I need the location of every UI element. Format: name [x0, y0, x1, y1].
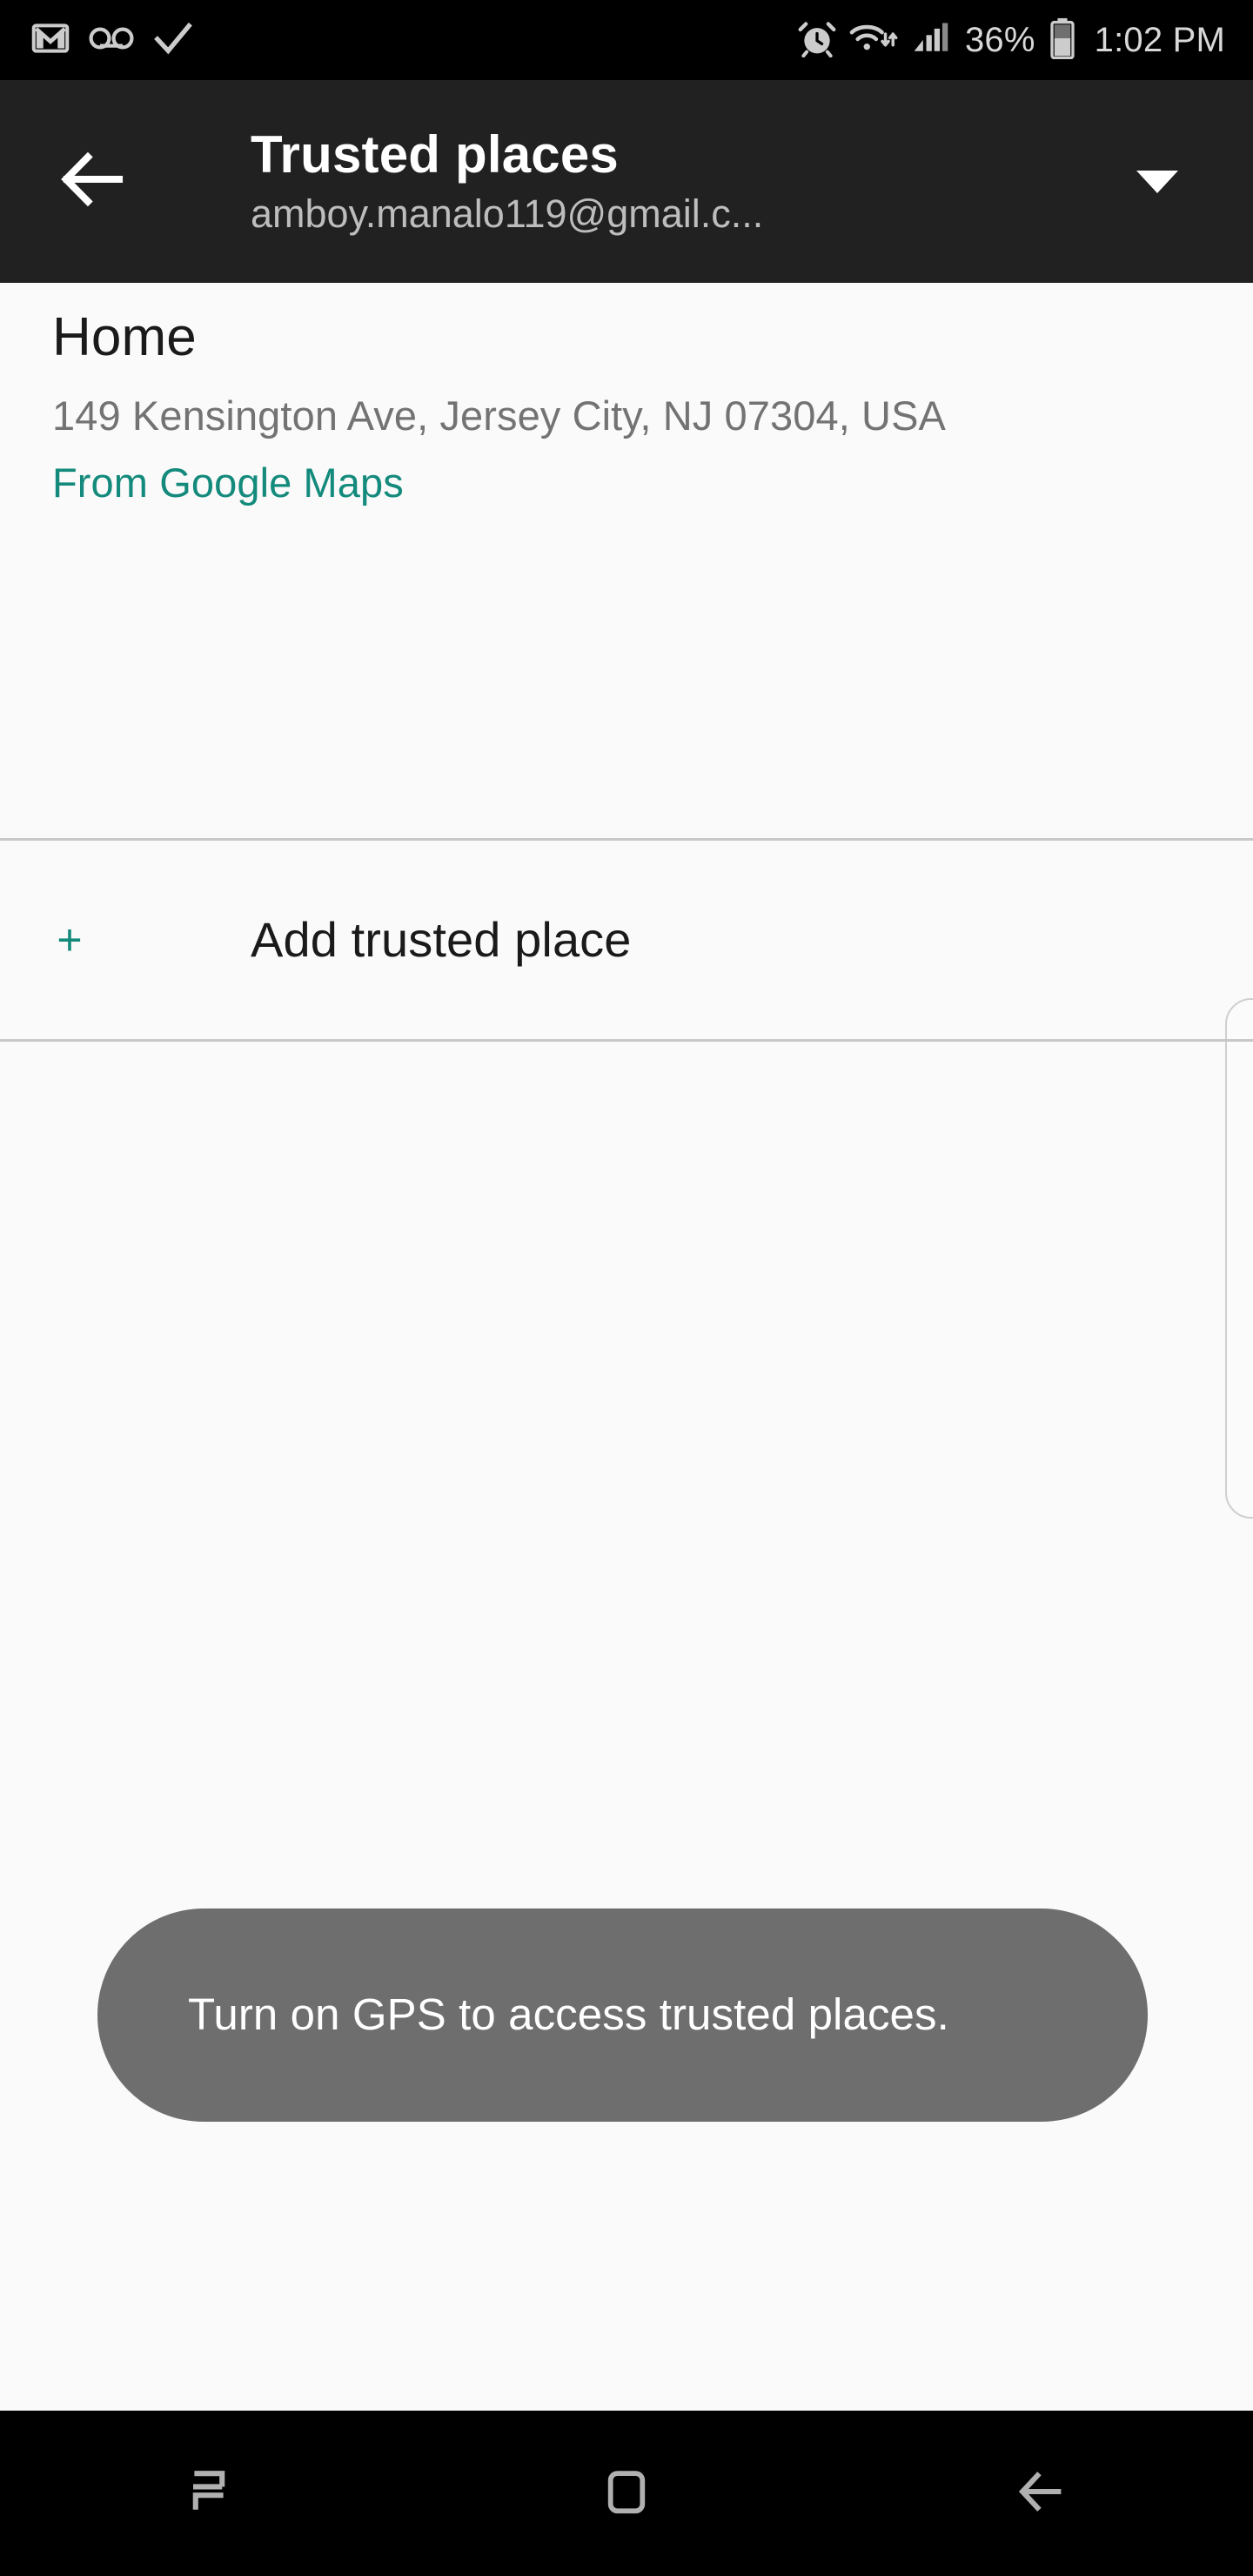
status-bar-left-icons: [31, 19, 193, 62]
content-area: Home 149 Kensington Ave, Jersey City, NJ…: [0, 283, 1253, 2411]
home-square-icon: [597, 2462, 656, 2526]
place-source-link[interactable]: From Google Maps: [52, 456, 1201, 509]
status-bar-right-group: 36% 1:02 PM: [798, 17, 1225, 64]
battery-percent-label: 36%: [964, 21, 1035, 59]
account-dropdown-button[interactable]: [1114, 138, 1201, 225]
toast-text: Turn on GPS to access trusted places.: [188, 1989, 949, 2040]
add-trusted-place-label: Add trusted place: [251, 912, 632, 968]
home-button[interactable]: [418, 2411, 835, 2576]
app-bar: Trusted places amboy.manalo119@gmail.c..…: [0, 80, 1253, 283]
account-subtitle: amboy.manalo119@gmail.c...: [251, 191, 764, 236]
back-nav-button[interactable]: [835, 2411, 1253, 2576]
battery-icon: [1049, 17, 1075, 64]
status-bar: 36% 1:02 PM: [0, 0, 1253, 80]
clock-label: 1:02 PM: [1094, 21, 1225, 59]
checkmark-icon: [153, 20, 193, 61]
place-address: 149 Kensington Ave, Jersey City, NJ 0730…: [52, 392, 946, 439]
recents-button[interactable]: [0, 2411, 418, 2576]
nav-back-icon: [1013, 2460, 1075, 2527]
wifi-icon: [848, 19, 899, 62]
arrow-left-icon: [59, 145, 127, 218]
offscreen-panel-edge: [1225, 998, 1253, 1519]
plus-icon: +: [57, 916, 83, 964]
trusted-place-item-home[interactable]: Home 149 Kensington Ave, Jersey City, NJ…: [0, 283, 1253, 535]
page-title: Trusted places: [251, 124, 619, 184]
app-bar-title-group: Trusted places amboy.manalo119@gmail.c..…: [251, 80, 1077, 283]
signal-icon: [911, 20, 953, 61]
toast-message: Turn on GPS to access trusted places.: [97, 1909, 1148, 2122]
system-navigation-bar: [0, 2411, 1253, 2576]
recents-icon: [178, 2460, 240, 2527]
back-button[interactable]: [45, 134, 141, 230]
voicemail-icon: [89, 23, 134, 57]
gmail-icon: [31, 19, 70, 62]
divider-bottom: [0, 1039, 1253, 1042]
alarm-icon: [798, 19, 836, 62]
phone-screen: 36% 1:02 PM Trusted places amboy.manalo1…: [0, 0, 1253, 2576]
caret-down-icon: [1136, 170, 1178, 193]
place-name: Home: [52, 307, 197, 367]
add-trusted-place-row[interactable]: + Add trusted place: [0, 841, 1253, 1039]
